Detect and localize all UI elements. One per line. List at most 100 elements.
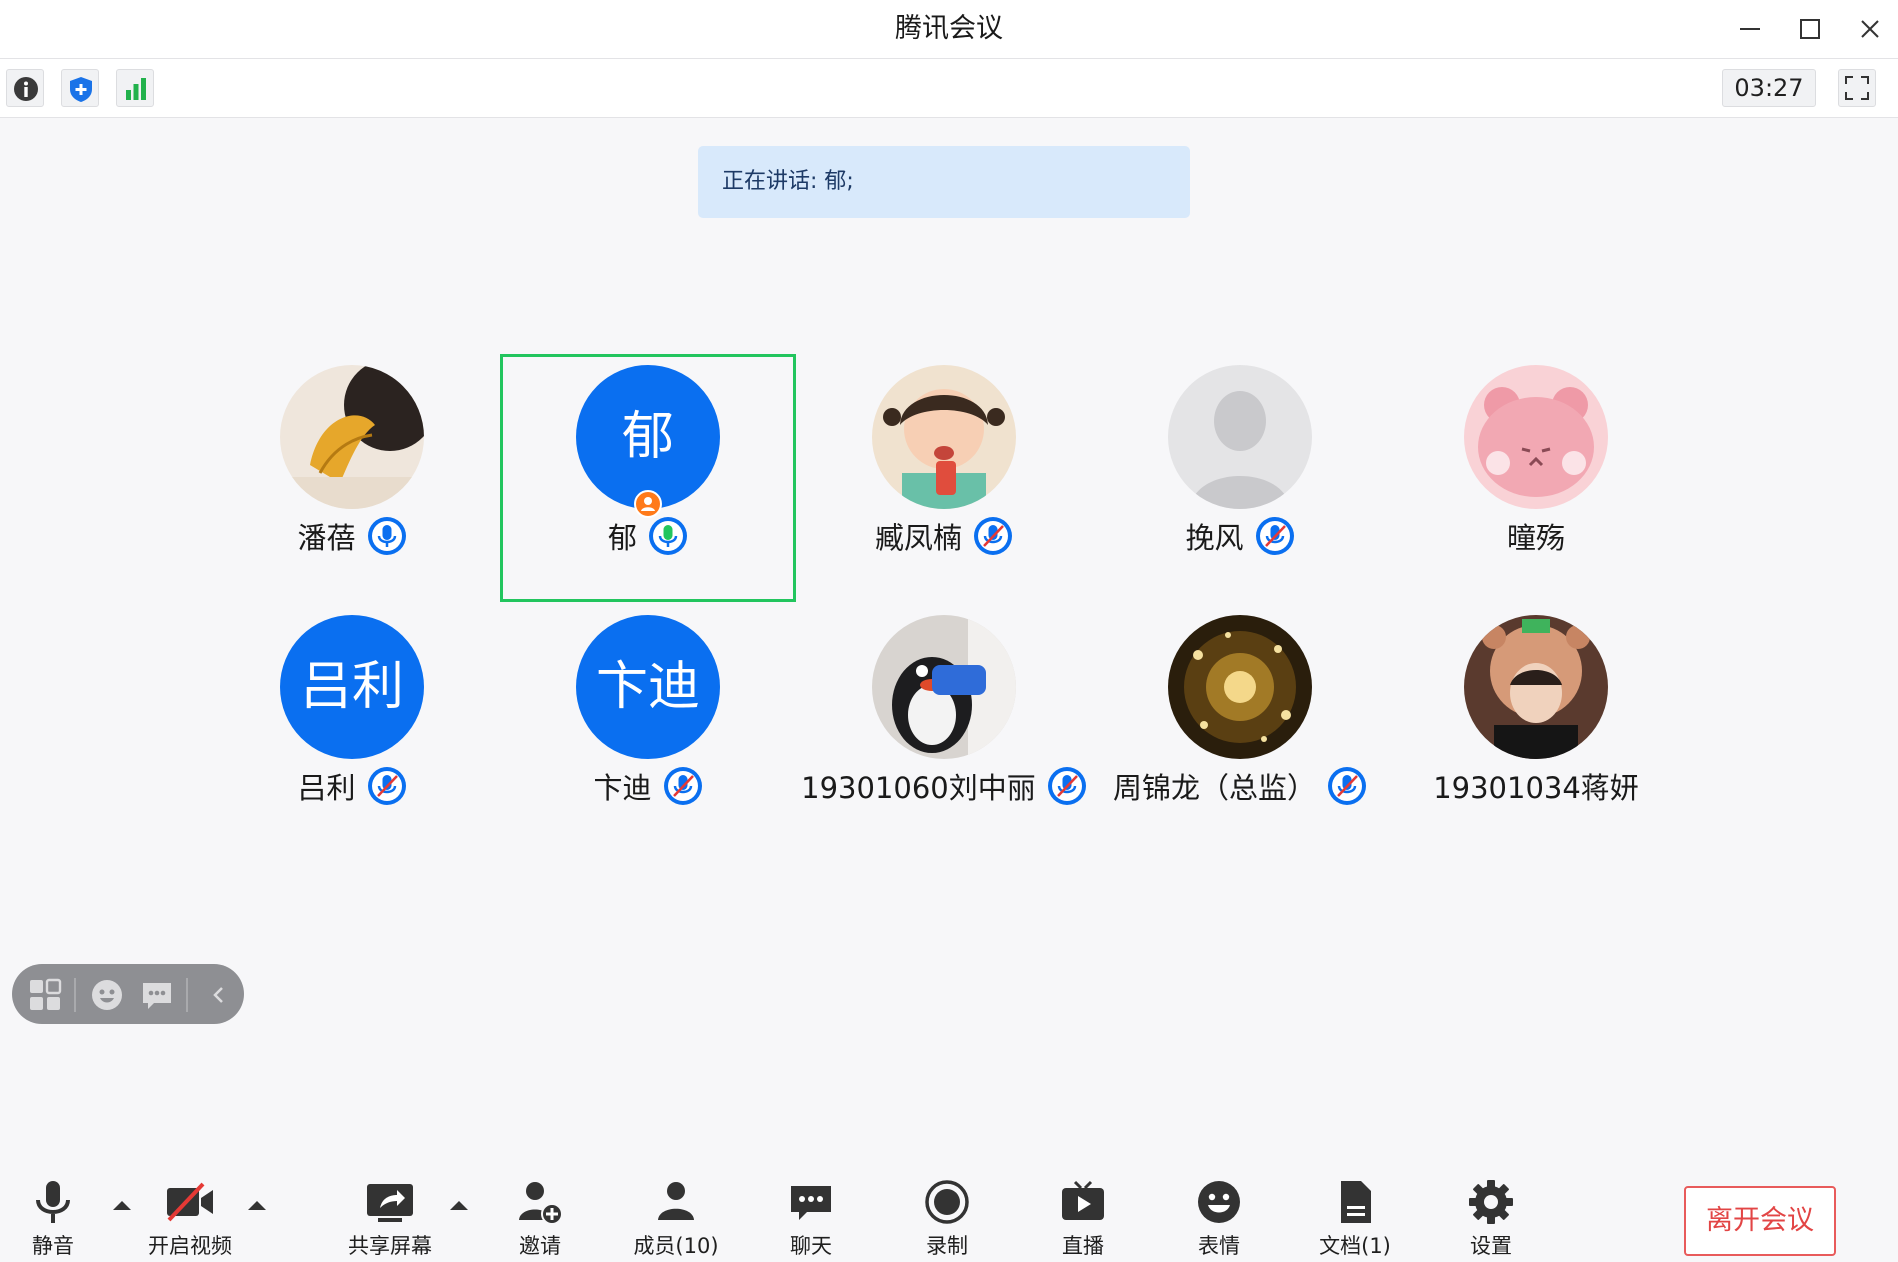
participant-name-row: 挽风 xyxy=(1092,515,1388,559)
share-screen-icon xyxy=(367,1184,413,1222)
reactions-label: 表情 xyxy=(1198,1234,1240,1258)
participant-tile[interactable]: 吕利 吕利 xyxy=(204,595,500,843)
video-off-icon xyxy=(167,1182,213,1222)
security-button[interactable] xyxy=(61,69,99,107)
divider xyxy=(74,978,76,1012)
record-label: 录制 xyxy=(926,1234,968,1258)
participant-name: 19301034蒋妍 xyxy=(1433,771,1639,805)
participant-name-row: 19301034蒋妍 xyxy=(1388,765,1684,809)
participant-name: 臧凤楠 xyxy=(874,521,962,555)
title-bar: 腾讯会议 xyxy=(0,0,1898,59)
participant-name-row: 卞迪 xyxy=(500,765,796,809)
shield-icon xyxy=(70,77,92,102)
avatar: 吕利 xyxy=(280,615,424,759)
participant-tile[interactable]: 19301060刘中丽 xyxy=(796,595,1092,843)
fullscreen-icon xyxy=(1845,76,1869,100)
participant-tile[interactable]: 卞迪 卞迪 xyxy=(500,595,796,843)
members-button[interactable]: 成员(10) xyxy=(626,1178,726,1262)
mic-muted-icon xyxy=(974,517,1013,555)
chat-bubble-icon[interactable] xyxy=(140,978,174,1012)
microphone-icon xyxy=(36,1181,70,1223)
meeting-timer: 03:27 xyxy=(1722,69,1816,107)
participant-name-row: 曈殇 xyxy=(1388,515,1684,559)
chat-button[interactable]: 聊天 xyxy=(776,1178,846,1262)
reactions-button[interactable]: 表情 xyxy=(1184,1178,1254,1262)
settings-label: 设置 xyxy=(1470,1234,1512,1258)
mic-muted-icon xyxy=(1328,767,1367,805)
chat-icon xyxy=(791,1186,831,1220)
caret-up-icon[interactable] xyxy=(448,1198,470,1212)
info-icon xyxy=(14,77,38,101)
participant-tile[interactable]: 周锦龙（总监） xyxy=(1092,595,1388,843)
members-icon xyxy=(658,1182,694,1220)
document-icon xyxy=(1341,1181,1371,1223)
divider xyxy=(186,978,188,1012)
add-user-icon xyxy=(519,1182,563,1225)
mic-muted-icon xyxy=(663,767,702,805)
close-button[interactable] xyxy=(1842,0,1898,58)
participant-name: 曈殇 xyxy=(1506,521,1565,555)
participant-name: 周锦龙（总监） xyxy=(1112,771,1316,805)
avatar xyxy=(1168,615,1312,759)
meeting-info-bar: 03:27 xyxy=(0,59,1898,118)
participant-name: 挽风 xyxy=(1185,521,1244,555)
minimize-button[interactable] xyxy=(1722,0,1778,58)
minimize-icon xyxy=(1740,28,1760,30)
live-label: 直播 xyxy=(1062,1234,1104,1258)
avatar xyxy=(1464,615,1608,759)
participant-name-row: 19301060刘中丽 xyxy=(796,765,1092,809)
caret-up-icon[interactable] xyxy=(246,1198,268,1212)
chat-label: 聊天 xyxy=(790,1234,832,1258)
participant-tile[interactable]: 臧凤楠 xyxy=(796,345,1092,593)
meeting-info-button[interactable] xyxy=(6,69,44,107)
invite-button[interactable]: 邀请 xyxy=(505,1178,575,1262)
signal-icon xyxy=(126,78,146,100)
collapse-chevron-icon[interactable] xyxy=(202,978,236,1012)
maximize-icon xyxy=(1800,19,1820,39)
participant-name-row: 周锦龙（总监） xyxy=(1092,765,1388,809)
share-screen-label: 共享屏幕 xyxy=(348,1234,432,1258)
mic-on-icon xyxy=(367,517,406,555)
emoji-icon[interactable] xyxy=(90,978,124,1012)
avatar xyxy=(1168,365,1312,509)
participant-name: 潘蓓 xyxy=(297,521,356,555)
participant-tile[interactable]: 曈殇 xyxy=(1388,345,1684,593)
floating-toolbar xyxy=(12,964,244,1024)
members-label: 成员(10) xyxy=(633,1234,719,1258)
layout-icon[interactable] xyxy=(28,978,62,1012)
leave-meeting-button[interactable]: 离开会议 xyxy=(1684,1186,1836,1256)
participant-name-row: 吕利 xyxy=(204,765,500,809)
docs-label: 文档(1) xyxy=(1319,1234,1391,1258)
avatar xyxy=(872,615,1016,759)
mute-label: 静音 xyxy=(32,1234,74,1258)
invite-label: 邀请 xyxy=(519,1234,561,1258)
participant-tile[interactable]: 潘蓓 xyxy=(204,345,500,593)
avatar xyxy=(872,365,1016,509)
video-button[interactable]: 开启视频 xyxy=(140,1178,240,1262)
mute-button[interactable]: 静音 xyxy=(18,1178,88,1262)
live-tv-icon xyxy=(1062,1180,1104,1220)
mic-muted-icon xyxy=(1255,517,1294,555)
docs-button[interactable]: 文档(1) xyxy=(1310,1178,1400,1262)
participant-name: 吕利 xyxy=(297,771,356,805)
participant-name: 卞迪 xyxy=(593,771,652,805)
active-speaker-banner: 正在讲话: 郁; xyxy=(698,146,1190,218)
window-title: 腾讯会议 xyxy=(895,13,1003,44)
maximize-button[interactable] xyxy=(1782,0,1838,58)
participant-tile[interactable]: 挽风 xyxy=(1092,345,1388,593)
network-status-button[interactable] xyxy=(116,69,154,107)
video-label: 开启视频 xyxy=(148,1234,232,1258)
participant-tile[interactable]: 19301034蒋妍 xyxy=(1388,595,1684,843)
active-speaker-highlight xyxy=(500,354,796,602)
settings-button[interactable]: 设置 xyxy=(1456,1178,1526,1262)
mic-muted-icon xyxy=(1047,767,1086,805)
caret-up-icon[interactable] xyxy=(111,1198,133,1212)
fullscreen-button[interactable] xyxy=(1838,69,1876,107)
live-button[interactable]: 直播 xyxy=(1048,1178,1118,1262)
participant-name: 19301060刘中丽 xyxy=(801,771,1036,805)
share-screen-button[interactable]: 共享屏幕 xyxy=(340,1178,440,1262)
record-button[interactable]: 录制 xyxy=(912,1178,982,1262)
default-avatar-icon xyxy=(1168,365,1312,509)
avatar xyxy=(280,365,424,509)
participant-name-row: 臧凤楠 xyxy=(796,515,1092,559)
